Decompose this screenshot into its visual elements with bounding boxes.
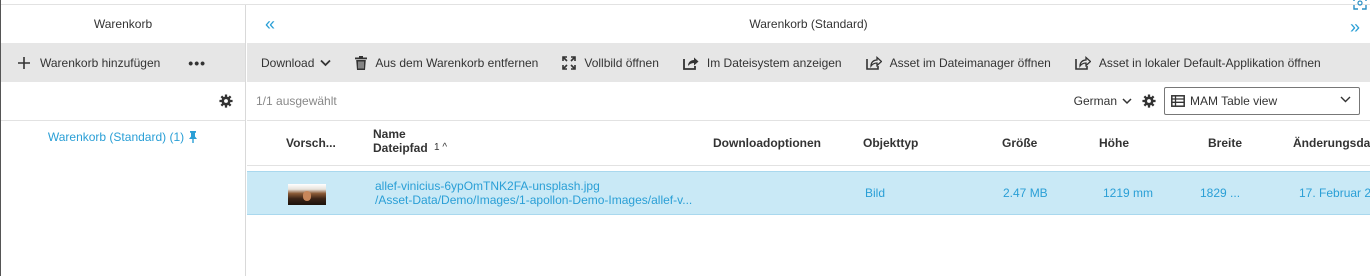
fullscreen-label: Vollbild öffnen bbox=[584, 55, 659, 70]
content-header: « Warenkorb (Standard) » bbox=[247, 5, 1370, 43]
column-header-path-label: Dateipfad bbox=[373, 141, 428, 155]
show-in-filesystem-button[interactable]: Im Dateisystem anzeigen bbox=[682, 55, 842, 70]
remove-from-cart-button[interactable]: Aus dem Warenkorb entfernen bbox=[355, 55, 539, 70]
column-header-name[interactable]: Name Dateipfad 1 ^ bbox=[373, 127, 447, 155]
cell-size: 2.47 MB bbox=[1003, 186, 1048, 200]
cart-sidebar: Warenkorb Warenkorb hinzufügen ••• Waren… bbox=[1, 5, 246, 276]
chevron-down-icon bbox=[1122, 97, 1132, 104]
content-title: Warenkorb (Standard) bbox=[749, 17, 868, 31]
cell-type: Bild bbox=[865, 186, 886, 200]
asset-thumbnail[interactable] bbox=[288, 184, 326, 205]
table-row[interactable]: allef-vinicius-6ypOmTNK2FA-unsplash.jpg … bbox=[247, 171, 1370, 215]
language-label: German bbox=[1073, 94, 1117, 108]
column-header-name-label: Name bbox=[373, 127, 406, 141]
cell-height: 1219 mm bbox=[1103, 186, 1154, 200]
column-header-modified[interactable]: Änderungsda bbox=[1293, 136, 1370, 150]
column-header-preview[interactable]: Vorsch... bbox=[286, 136, 336, 150]
share-external-outline-icon bbox=[865, 55, 882, 70]
language-dropdown[interactable]: German bbox=[1074, 94, 1132, 108]
share-external-outline-icon bbox=[1075, 55, 1091, 70]
sidebar-title: Warenkorb bbox=[93, 17, 153, 31]
download-label: Download bbox=[261, 55, 315, 70]
plus-icon[interactable] bbox=[17, 56, 31, 70]
open-in-default-app-button[interactable]: Asset in lokaler Default-Applikation öff… bbox=[1075, 56, 1321, 70]
cell-path[interactable]: /Asset-Data/Demo/Images/1-apollon-Demo-I… bbox=[375, 193, 692, 207]
chevron-down-icon bbox=[320, 59, 332, 66]
column-header-download-options[interactable]: Downloadoptionen bbox=[713, 136, 821, 150]
cart-content: « Warenkorb (Standard) » Download Aus de… bbox=[247, 5, 1370, 276]
pin-icon[interactable] bbox=[188, 131, 198, 143]
column-header-height[interactable]: Höhe bbox=[1099, 136, 1129, 150]
chevron-down-icon bbox=[1340, 96, 1351, 103]
selection-bar: 1/1 ausgewählt German MAM Table view bbox=[247, 82, 1370, 121]
view-select-value: MAM Table view bbox=[1190, 94, 1278, 108]
fullscreen-button[interactable]: Vollbild öffnen bbox=[562, 56, 659, 70]
cart-list-item-label: Warenkorb (Standard) (1) bbox=[47, 130, 185, 144]
selection-count: 1/1 ausgewählt bbox=[256, 94, 337, 108]
cart-list-item[interactable]: Warenkorb (Standard) (1) bbox=[1, 130, 245, 144]
view-tools: German MAM Table view bbox=[1074, 87, 1360, 115]
cell-modified: 17. Februar 2 bbox=[1299, 186, 1370, 200]
column-header-size[interactable]: Größe bbox=[1002, 136, 1037, 150]
sidebar-toolbar: Warenkorb hinzufügen ••• bbox=[1, 43, 245, 82]
table-icon bbox=[1171, 95, 1185, 107]
sidebar-settings-bar bbox=[1, 82, 245, 121]
collapse-sidebar-icon[interactable]: « bbox=[265, 14, 275, 35]
action-toolbar: Download Aus dem Warenkorb entfernen Vol… bbox=[247, 43, 1370, 82]
table-header: Vorsch... Name Dateipfad 1 ^ Downloadopt… bbox=[247, 121, 1370, 166]
cell-name[interactable]: allef-vinicius-6ypOmTNK2FA-unsplash.jpg bbox=[375, 179, 600, 193]
gear-icon[interactable] bbox=[1142, 94, 1156, 108]
more-options-button[interactable]: ••• bbox=[188, 55, 206, 71]
open-in-filemanager-label: Asset im Dateimanager öffnen bbox=[889, 55, 1051, 70]
trash-icon bbox=[355, 55, 368, 70]
gear-icon[interactable] bbox=[219, 94, 233, 108]
open-in-default-app-label: Asset in lokaler Default-Applikation öff… bbox=[1098, 55, 1321, 70]
show-in-filesystem-label: Im Dateisystem anzeigen bbox=[706, 55, 842, 70]
column-header-width[interactable]: Breite bbox=[1208, 136, 1242, 150]
expand-panel-icon[interactable]: » bbox=[1350, 17, 1360, 38]
remove-label: Aus dem Warenkorb entfernen bbox=[375, 55, 539, 70]
column-header-type[interactable]: Objekttyp bbox=[863, 136, 918, 150]
sort-indicator: 1 ^ bbox=[434, 142, 448, 153]
open-in-filemanager-button[interactable]: Asset im Dateimanager öffnen bbox=[865, 55, 1051, 70]
view-select[interactable]: MAM Table view bbox=[1164, 87, 1360, 115]
download-dropdown[interactable]: Download bbox=[261, 55, 332, 70]
fullscreen-icon bbox=[562, 55, 577, 70]
cell-width: 1829 ... bbox=[1200, 186, 1241, 200]
add-cart-button[interactable]: Warenkorb hinzufügen bbox=[40, 56, 160, 70]
share-external-icon bbox=[682, 57, 699, 70]
